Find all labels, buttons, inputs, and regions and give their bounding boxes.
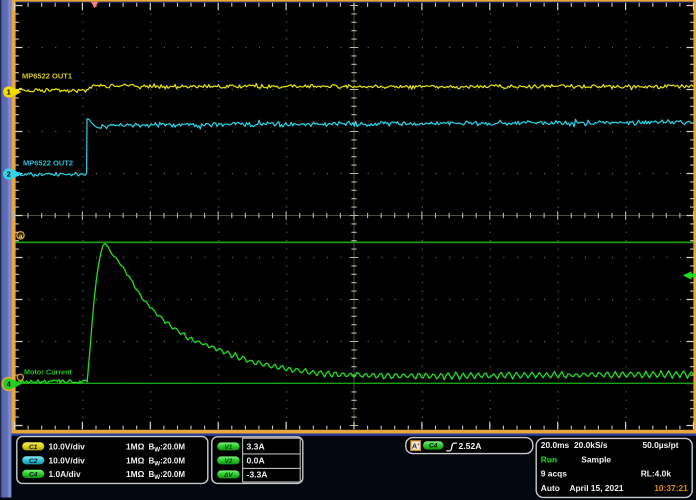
svg-text:MP6522 OUT2: MP6522 OUT2 — [23, 159, 73, 168]
svg-text:A': A' — [412, 441, 419, 450]
svg-text:Motor Current: Motor Current — [24, 367, 73, 376]
svg-text:9 acqs: 9 acqs — [541, 469, 567, 479]
svg-text:-3.3A: -3.3A — [247, 470, 268, 480]
svg-text:ΔV: ΔV — [223, 472, 233, 479]
svg-text:20.0ms: 20.0ms — [541, 440, 570, 450]
svg-text:3.3A: 3.3A — [247, 442, 265, 452]
svg-text:Run: Run — [541, 455, 557, 465]
svg-text:10.0V/div: 10.0V/div — [49, 441, 86, 451]
svg-text:April 15, 2021: April 15, 2021 — [570, 483, 624, 493]
svg-text:MP6522 OUT1: MP6522 OUT1 — [22, 72, 72, 81]
svg-text:1MΩ: 1MΩ — [126, 469, 145, 479]
svg-text:20.0kS/s: 20.0kS/s — [574, 440, 608, 450]
svg-text:50.0µs/pt: 50.0µs/pt — [642, 440, 678, 450]
svg-text:C4: C4 — [29, 472, 38, 479]
svg-text:1MΩ: 1MΩ — [126, 455, 145, 465]
svg-text:2: 2 — [7, 170, 11, 179]
svg-text:V1: V1 — [224, 444, 232, 451]
svg-text:1.0A/div: 1.0A/div — [49, 469, 81, 479]
svg-text:V2: V2 — [224, 458, 232, 465]
svg-text:Auto: Auto — [541, 483, 560, 493]
svg-text:10:37:21: 10:37:21 — [654, 483, 688, 493]
svg-text:a: a — [19, 233, 23, 240]
svg-text:C4: C4 — [429, 442, 438, 449]
svg-text:0.0A: 0.0A — [247, 456, 265, 466]
svg-text:1MΩ: 1MΩ — [126, 441, 145, 451]
svg-text:1: 1 — [7, 88, 11, 97]
svg-text:C2: C2 — [29, 458, 38, 465]
svg-text:10.0V/div: 10.0V/div — [49, 455, 86, 465]
svg-text:Sample: Sample — [581, 455, 611, 465]
svg-text:RL:4.0k: RL:4.0k — [641, 469, 672, 479]
svg-text:C1: C1 — [29, 444, 38, 451]
svg-text:2.52A: 2.52A — [459, 441, 482, 451]
